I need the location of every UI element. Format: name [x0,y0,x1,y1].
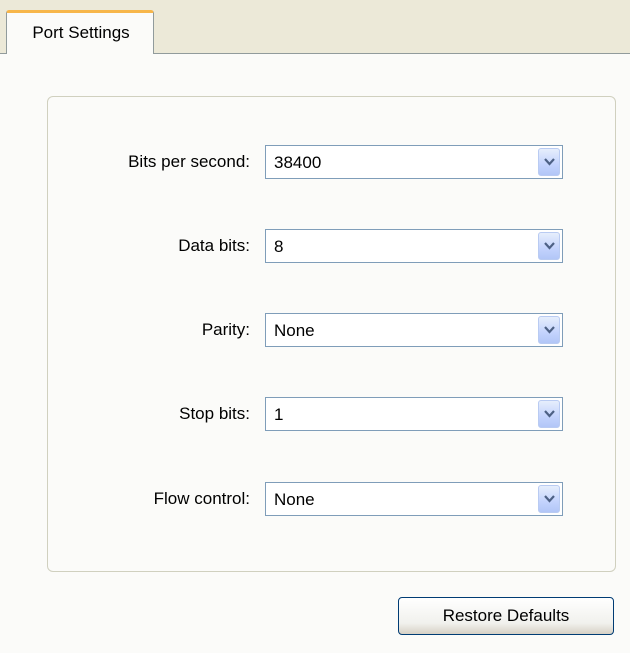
data-bits-select[interactable]: 8 [265,229,563,263]
chevron-down-icon [544,242,555,250]
stop-bits-value: 1 [274,405,284,424]
bits-per-second-row: Bits per second: 38400 [0,145,630,179]
bits-per-second-dropdown-button[interactable] [538,148,560,176]
data-bits-value: 8 [274,237,284,256]
port-settings-dialog: Port Settings Bits per second: 38400 Dat… [0,0,630,653]
restore-defaults-button[interactable]: Restore Defaults [398,597,614,635]
parity-select[interactable]: None [265,313,563,347]
stop-bits-row: Stop bits: 1 [0,397,630,431]
data-bits-label: Data bits: [178,236,250,255]
chevron-down-icon [544,158,555,166]
bits-per-second-value: 38400 [274,153,322,172]
chevron-down-icon [544,326,555,334]
data-bits-row: Data bits: 8 [0,229,630,263]
bits-per-second-label: Bits per second: [128,152,250,171]
tab-port-settings[interactable]: Port Settings [6,10,154,54]
stop-bits-label: Stop bits: [179,404,250,423]
flow-control-row: Flow control: None [0,482,630,516]
data-bits-dropdown-button[interactable] [538,232,560,260]
bits-per-second-select[interactable]: 38400 [265,145,563,179]
flow-control-value: None [274,490,315,509]
chevron-down-icon [544,410,555,418]
tab-strip: Port Settings [0,0,630,54]
chevron-down-icon [544,495,555,503]
parity-label: Parity: [201,320,250,339]
flow-control-label: Flow control: [153,489,250,508]
parity-value: None [274,321,315,340]
flow-control-dropdown-button[interactable] [538,485,560,513]
stop-bits-dropdown-button[interactable] [538,400,560,428]
parity-dropdown-button[interactable] [538,316,560,344]
flow-control-select[interactable]: None [265,482,563,516]
stop-bits-select[interactable]: 1 [265,397,563,431]
parity-row: Parity: None [0,313,630,347]
tab-label: Port Settings [32,23,130,42]
